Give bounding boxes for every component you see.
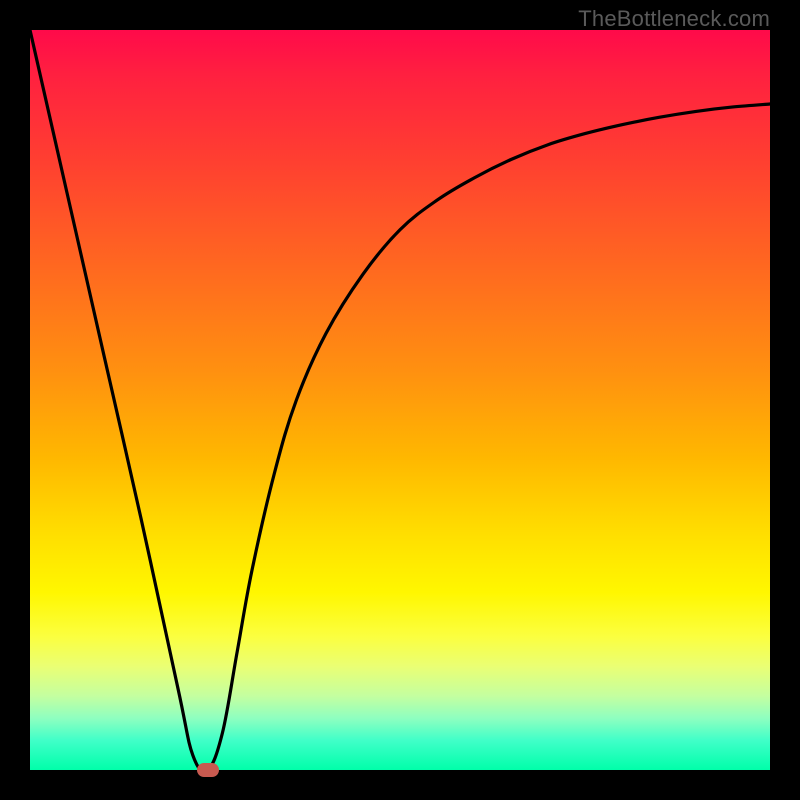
- optimum-marker: [197, 763, 219, 777]
- bottleneck-curve: [30, 30, 770, 770]
- watermark-text: TheBottleneck.com: [578, 6, 770, 32]
- curve-line: [30, 30, 770, 771]
- chart-plot-area: [30, 30, 770, 770]
